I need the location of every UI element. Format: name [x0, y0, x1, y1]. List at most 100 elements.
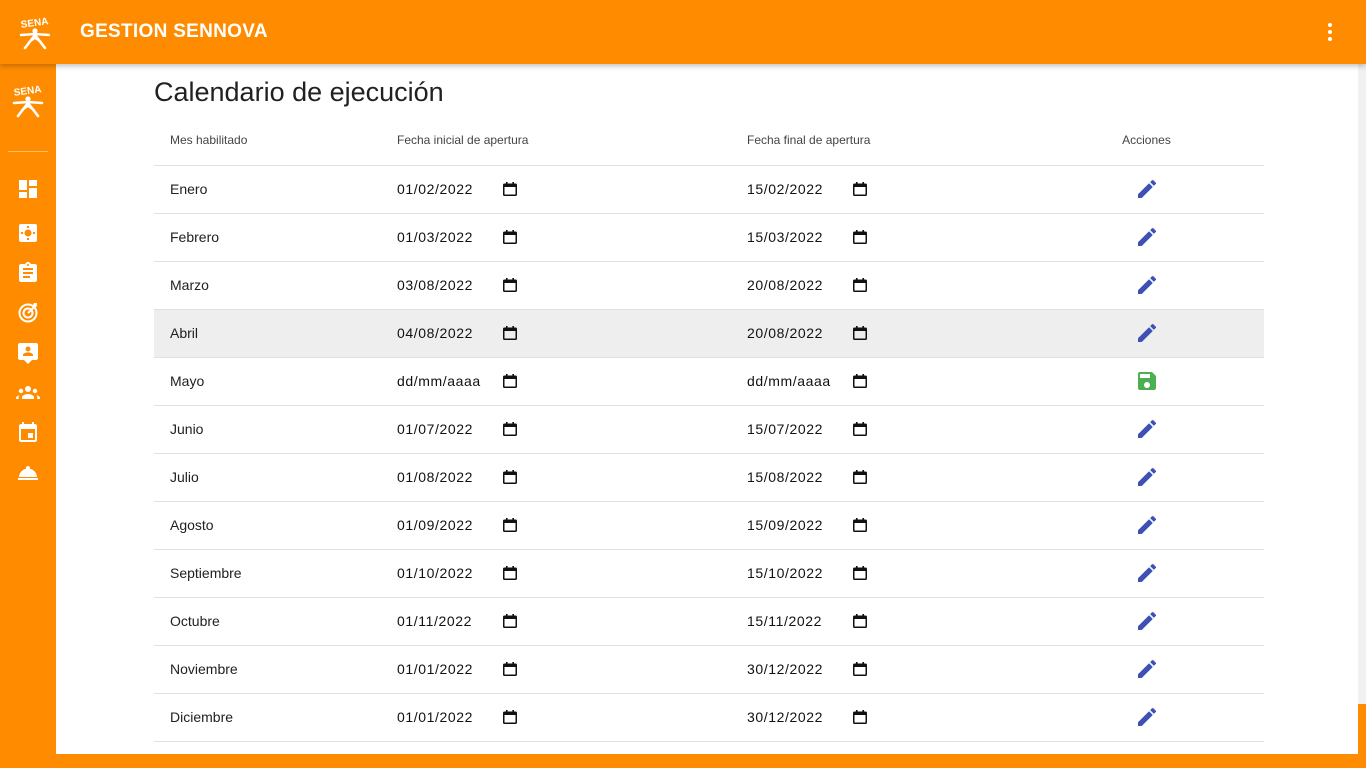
end-date-input[interactable]: 15/02/2022 [747, 181, 867, 197]
start-date-input[interactable]: 01/10/2022 [397, 565, 517, 581]
edit-icon[interactable] [1135, 225, 1159, 249]
start-date-input[interactable]: 01/02/2022 [397, 181, 517, 197]
end-date-input[interactable]: 30/12/2022 [747, 661, 867, 677]
start-date-cell: 01/10/2022 [397, 549, 747, 598]
end-date-input[interactable]: 15/03/2022 [747, 229, 867, 245]
calendar-icon[interactable] [503, 374, 517, 388]
start-date-cell: 03/08/2022 [397, 261, 747, 310]
start-date-input[interactable]: dd/mm/aaaa [397, 373, 517, 389]
calendar-icon[interactable] [853, 470, 867, 484]
actions-cell [1029, 549, 1264, 598]
edit-icon[interactable] [1135, 417, 1159, 441]
start-date-input[interactable]: 03/08/2022 [397, 277, 517, 293]
room-service-icon[interactable] [16, 461, 40, 485]
actions-cell [1029, 405, 1264, 454]
calendar-icon[interactable] [503, 326, 517, 340]
end-date-input[interactable]: dd/mm/aaaa [747, 373, 867, 389]
actions-cell [1029, 213, 1264, 262]
dashboard-icon[interactable] [16, 177, 40, 201]
start-date-input[interactable]: 01/01/2022 [397, 661, 517, 677]
app-title: GESTION SENNOVA [80, 21, 268, 42]
end-date-input[interactable]: 30/12/2022 [747, 709, 867, 725]
edit-icon[interactable] [1135, 321, 1159, 345]
calendar-icon[interactable] [503, 230, 517, 244]
start-date-cell: 01/01/2022 [397, 693, 747, 742]
month-label: Enero [170, 181, 208, 197]
assignment-icon[interactable] [16, 261, 40, 285]
end-date-input[interactable]: 20/08/2022 [747, 277, 867, 293]
calendar-icon[interactable] [853, 326, 867, 340]
calendar-icon[interactable] [853, 518, 867, 532]
calendar-icon[interactable] [503, 710, 517, 724]
edit-icon[interactable] [1135, 465, 1159, 489]
end-date-input[interactable]: 15/10/2022 [747, 565, 867, 581]
event-icon[interactable] [16, 421, 40, 445]
column-header-actions: Acciones [1029, 116, 1264, 166]
end-date-input[interactable]: 15/09/2022 [747, 517, 867, 533]
edit-icon[interactable] [1135, 561, 1159, 585]
calendar-icon[interactable] [853, 278, 867, 292]
calendar-icon[interactable] [853, 422, 867, 436]
scrollbar[interactable] [1358, 64, 1366, 704]
calendar-icon[interactable] [503, 518, 517, 532]
calendar-icon[interactable] [853, 566, 867, 580]
end-date-input[interactable]: 15/08/2022 [747, 469, 867, 485]
start-date-cell: 01/03/2022 [397, 213, 747, 262]
table-row: Noviembre 01/01/2022 30/12/2022 [154, 645, 1264, 694]
start-date-value: 01/10/2022 [397, 565, 474, 581]
save-icon[interactable] [1135, 369, 1159, 393]
edit-icon[interactable] [1135, 609, 1159, 633]
calendar-icon[interactable] [503, 278, 517, 292]
calendar-icon[interactable] [503, 662, 517, 676]
edit-icon[interactable] [1135, 273, 1159, 297]
calendar-icon[interactable] [853, 374, 867, 388]
month-cell: Enero [154, 165, 397, 214]
sena-logo[interactable]: SENA [16, 14, 54, 50]
calendar-icon[interactable] [503, 470, 517, 484]
start-date-input[interactable]: 01/11/2022 [397, 613, 517, 629]
calendar-icon[interactable] [853, 182, 867, 196]
target-icon[interactable] [16, 301, 40, 325]
page-title: Calendario de ejecución [154, 77, 444, 107]
start-date-value: 03/08/2022 [397, 277, 474, 293]
start-date-input[interactable]: 01/08/2022 [397, 469, 517, 485]
end-date-value: 15/02/2022 [747, 181, 824, 197]
end-date-value: 30/12/2022 [747, 661, 824, 677]
end-date-cell: 15/09/2022 [747, 501, 1029, 550]
month-label: Febrero [170, 229, 220, 245]
edit-icon[interactable] [1135, 705, 1159, 729]
month-cell: Mayo [154, 357, 397, 406]
start-date-input[interactable]: 01/07/2022 [397, 421, 517, 437]
month-cell: Marzo [154, 261, 397, 310]
start-date-input[interactable]: 01/09/2022 [397, 517, 517, 533]
end-date-value: 15/07/2022 [747, 421, 824, 437]
edit-icon[interactable] [1135, 513, 1159, 537]
groups-icon[interactable] [16, 381, 40, 405]
actions-cell [1029, 501, 1264, 550]
contact-support-icon[interactable] [16, 341, 40, 365]
start-date-input[interactable]: 04/08/2022 [397, 325, 517, 341]
calendar-icon[interactable] [503, 422, 517, 436]
settings-icon[interactable] [16, 221, 40, 245]
calendar-icon[interactable] [503, 566, 517, 580]
month-cell: Junio [154, 405, 397, 454]
end-date-input[interactable]: 20/08/2022 [747, 325, 867, 341]
start-date-input[interactable]: 01/03/2022 [397, 229, 517, 245]
calendar-icon[interactable] [503, 614, 517, 628]
month-label: Abril [170, 325, 199, 341]
edit-icon[interactable] [1135, 177, 1159, 201]
calendar-icon[interactable] [853, 662, 867, 676]
calendar-icon[interactable] [853, 230, 867, 244]
calendar-icon[interactable] [503, 182, 517, 196]
end-date-input[interactable]: 15/11/2022 [747, 613, 867, 629]
end-date-value: 15/11/2022 [747, 613, 823, 629]
edit-icon[interactable] [1135, 657, 1159, 681]
calendar-icon[interactable] [853, 614, 867, 628]
calendar-icon[interactable] [853, 710, 867, 724]
end-date-value: 15/09/2022 [747, 517, 824, 533]
more-vert-icon[interactable] [1318, 20, 1342, 44]
end-date-input[interactable]: 15/07/2022 [747, 421, 867, 437]
start-date-input[interactable]: 01/01/2022 [397, 709, 517, 725]
end-date-cell: 20/08/2022 [747, 309, 1029, 358]
sena-logo-sidebar[interactable]: SENA [9, 82, 47, 118]
